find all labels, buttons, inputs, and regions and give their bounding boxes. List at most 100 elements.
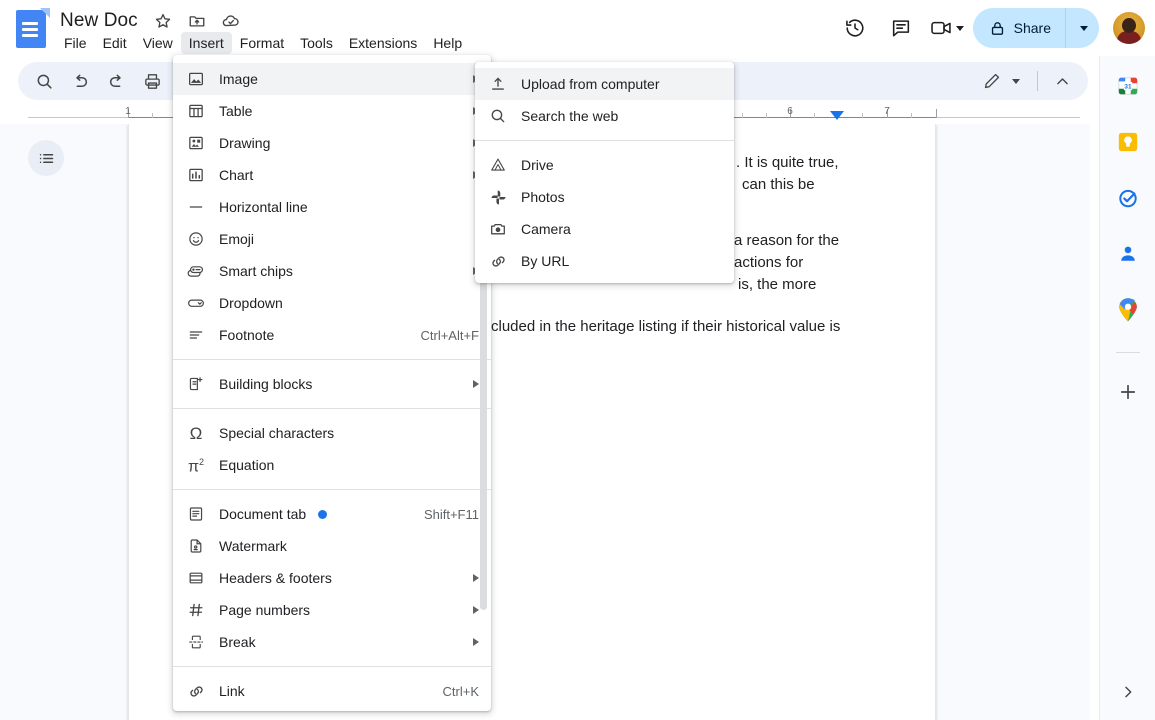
- submenu-item-by-url[interactable]: By URL: [475, 245, 734, 277]
- menu-edit[interactable]: Edit: [95, 32, 135, 54]
- star-icon[interactable]: [150, 8, 176, 34]
- editing-mode-pencil-icon[interactable]: [977, 66, 1007, 96]
- right-indent-marker[interactable]: [830, 111, 844, 120]
- video-camera-icon[interactable]: [927, 8, 967, 48]
- image-submenu[interactable]: Upload from computer Search the web Driv…: [475, 62, 734, 283]
- menu-item-label: Link: [219, 683, 245, 699]
- menu-divider: [173, 489, 491, 490]
- menu-file[interactable]: File: [56, 32, 95, 54]
- menu-item-special-characters[interactable]: Ω Special characters: [173, 417, 491, 449]
- menu-item-label: Emoji: [219, 231, 255, 247]
- google-maps-icon[interactable]: [1110, 292, 1146, 328]
- doc-text-line: cluded in the heritage listing if their …: [491, 318, 841, 335]
- share-dropdown-button[interactable]: [1065, 8, 1099, 48]
- chevron-right-icon: [473, 638, 479, 646]
- doc-text-line: can this be: [742, 176, 815, 193]
- move-to-folder-icon[interactable]: [184, 8, 210, 34]
- avatar[interactable]: [1113, 12, 1145, 44]
- comment-icon[interactable]: [881, 8, 921, 48]
- top-bar: New Doc File Edit View Insert Format Too…: [0, 0, 1155, 56]
- ruler-number: 7: [884, 106, 890, 117]
- redo-icon[interactable]: [101, 66, 131, 96]
- menu-item-shortcut: Shift+F11: [423, 506, 479, 522]
- menu-item-dropdown[interactable]: Dropdown: [173, 287, 491, 319]
- menu-item-smart-chips[interactable]: Smart chips: [173, 255, 491, 287]
- menu-item-image[interactable]: Image: [173, 63, 491, 95]
- submenu-item-drive[interactable]: Drive: [475, 149, 734, 181]
- menu-extensions[interactable]: Extensions: [341, 32, 425, 54]
- version-history-icon[interactable]: [835, 8, 875, 48]
- cloud-saved-icon[interactable]: [218, 8, 244, 34]
- google-keep-icon[interactable]: [1110, 124, 1146, 160]
- doc-text-line: a reason for the: [734, 232, 840, 249]
- google-calendar-icon[interactable]: 31: [1110, 68, 1146, 104]
- top-right-actions: Share: [835, 6, 1145, 50]
- menu-item-footnote[interactable]: Footnote Ctrl+Alt+F: [173, 319, 491, 351]
- menu-view[interactable]: View: [135, 32, 181, 54]
- document-tab-icon: [173, 505, 219, 523]
- chevron-up-icon[interactable]: [1047, 66, 1077, 96]
- chevron-right-icon[interactable]: [1112, 676, 1144, 708]
- menu-divider: [173, 408, 491, 409]
- lock-icon: [991, 21, 1003, 35]
- share-button-label: Share: [1013, 20, 1051, 36]
- google-photos-icon: [475, 188, 521, 207]
- menu-tools[interactable]: Tools: [292, 32, 341, 54]
- submenu-item-upload-from-computer[interactable]: Upload from computer: [475, 68, 734, 100]
- menu-item-label: Table: [219, 103, 253, 119]
- svg-text:31: 31: [1124, 83, 1132, 90]
- menu-item-break[interactable]: Break: [173, 626, 491, 658]
- insert-menu[interactable]: Image Table Drawing Chart Horizontal lin…: [173, 55, 491, 711]
- google-drive-icon: [475, 156, 521, 174]
- new-feature-dot: [318, 509, 328, 519]
- equation-icon: π2: [187, 457, 205, 476]
- ruler-number: 1: [125, 106, 131, 117]
- submenu-item-search-the-web[interactable]: Search the web: [475, 100, 734, 132]
- editing-mode-dropdown-icon[interactable]: [1007, 66, 1025, 96]
- menu-item-watermark[interactable]: Watermark: [173, 530, 491, 562]
- menu-item-chart[interactable]: Chart: [173, 159, 491, 191]
- menu-item-equation[interactable]: π2 Equation: [173, 449, 491, 481]
- menu-item-building-blocks[interactable]: Building blocks: [173, 368, 491, 400]
- menu-item-horizontal-line[interactable]: Horizontal line: [173, 191, 491, 223]
- menu-bar: File Edit View Insert Format Tools Exten…: [56, 32, 470, 54]
- document-title[interactable]: New Doc: [56, 8, 142, 34]
- menu-item-label: Horizontal line: [219, 199, 308, 215]
- submenu-item-photos[interactable]: Photos: [475, 181, 734, 213]
- menu-item-document-tab[interactable]: Document tab Shift+F11: [173, 498, 491, 530]
- search-icon[interactable]: [29, 66, 59, 96]
- menu-item-emoji[interactable]: Emoji: [173, 223, 491, 255]
- menu-item-page-numbers[interactable]: Page numbers: [173, 594, 491, 626]
- submenu-item-camera[interactable]: Camera: [475, 213, 734, 245]
- print-icon[interactable]: [137, 66, 167, 96]
- share-button[interactable]: Share: [972, 8, 1065, 48]
- smart-chips-icon: [173, 262, 219, 280]
- undo-icon[interactable]: [65, 66, 95, 96]
- menu-item-label: Image: [219, 71, 258, 87]
- link-icon: [173, 682, 219, 701]
- menu-help[interactable]: Help: [425, 32, 470, 54]
- add-to-side-panel-button[interactable]: [1110, 374, 1146, 410]
- chart-icon: [173, 166, 219, 184]
- menu-item-shortcut: Ctrl+Alt+F: [420, 327, 479, 343]
- building-blocks-icon: [173, 375, 219, 393]
- table-icon: [173, 102, 219, 120]
- menu-format[interactable]: Format: [232, 32, 292, 54]
- menu-item-label: Drawing: [219, 135, 271, 151]
- link-icon: [475, 252, 521, 271]
- menu-item-label: Building blocks: [219, 376, 313, 392]
- chevron-down-icon[interactable]: [955, 25, 964, 31]
- menu-item-table[interactable]: Table: [173, 95, 491, 127]
- break-icon: [173, 633, 219, 651]
- menu-item-link[interactable]: Link Ctrl+K: [173, 675, 491, 707]
- doc-text-line: actions for: [734, 254, 804, 271]
- menu-insert[interactable]: Insert: [180, 32, 232, 54]
- menu-item-headers-footers[interactable]: Headers & footers: [173, 562, 491, 594]
- insert-menu-scrollbar-thumb[interactable]: [480, 280, 487, 610]
- google-tasks-icon[interactable]: [1110, 180, 1146, 216]
- menu-item-drawing[interactable]: Drawing: [173, 127, 491, 159]
- google-docs-logo-icon[interactable]: [14, 8, 50, 48]
- google-contacts-icon[interactable]: [1110, 236, 1146, 272]
- chevron-right-icon: [473, 606, 479, 614]
- document-outline-icon[interactable]: [28, 140, 64, 176]
